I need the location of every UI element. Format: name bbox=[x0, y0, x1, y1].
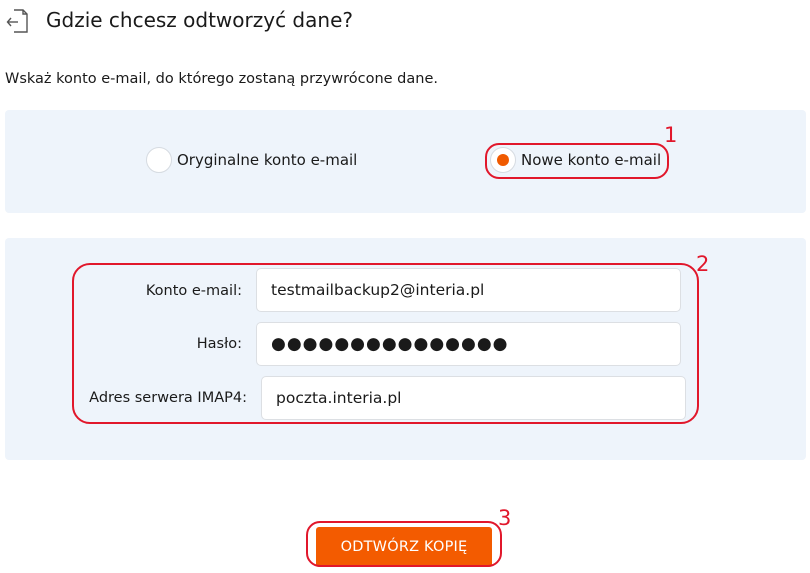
email-label: Konto e-mail: bbox=[145, 283, 242, 299]
page-header: Gdzie chcesz odtworzyć dane? bbox=[6, 6, 353, 36]
radio-dot bbox=[497, 154, 509, 166]
radio-original-account[interactable]: Oryginalne konto e-mail bbox=[146, 147, 357, 173]
password-field[interactable]: ●●●●●●●●●●●●●●● bbox=[256, 322, 681, 366]
radio-label: Nowe konto e-mail bbox=[521, 151, 662, 169]
annotation-number-3: 3 bbox=[498, 506, 512, 530]
radio-button-selected[interactable] bbox=[490, 147, 516, 173]
password-label: Hasło: bbox=[196, 336, 242, 352]
radio-button-unselected[interactable] bbox=[146, 147, 172, 173]
restore-backup-button[interactable]: ODTWÓRZ KOPIĘ bbox=[316, 527, 492, 567]
destination-panel bbox=[5, 110, 806, 213]
radio-new-account[interactable]: Nowe konto e-mail bbox=[490, 147, 661, 173]
email-field[interactable]: testmailbackup2@interia.pl bbox=[256, 268, 681, 312]
annotation-number-1: 1 bbox=[664, 123, 678, 147]
imap-server-field[interactable]: poczta.interia.pl bbox=[261, 376, 686, 420]
page-subtitle: Wskaż konto e-mail, do którego zostaną p… bbox=[5, 71, 438, 87]
imap-server-label: Adres serwera IMAP4: bbox=[89, 390, 247, 406]
annotation-number-2: 2 bbox=[696, 252, 710, 276]
page-title: Gdzie chcesz odtworzyć dane? bbox=[46, 8, 353, 32]
restore-icon bbox=[6, 8, 28, 34]
radio-label: Oryginalne konto e-mail bbox=[177, 151, 358, 169]
